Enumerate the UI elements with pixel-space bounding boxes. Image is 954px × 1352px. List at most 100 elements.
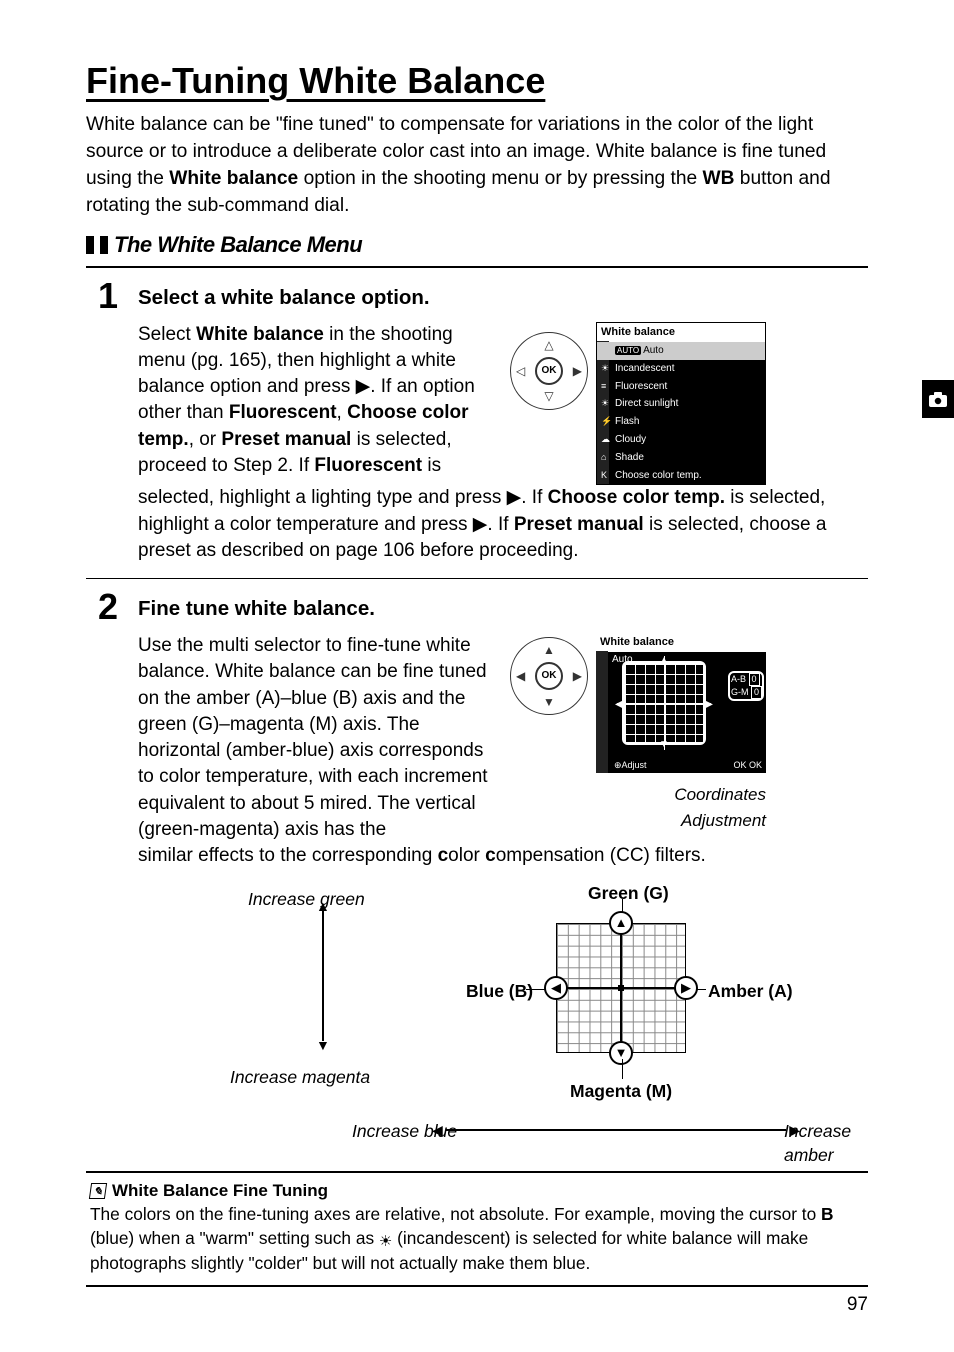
horizontal-arrow-icon xyxy=(446,1129,786,1131)
t: The colors on the fine-tuning axes are r… xyxy=(90,1204,821,1224)
step2-title: Fine tune white balance. xyxy=(138,589,868,623)
step2-text-narrow: Use the multi selector to fine-tune whit… xyxy=(138,633,498,843)
ok-button-icon: OK xyxy=(535,662,563,690)
t: c xyxy=(438,845,449,866)
multi-selector-icon: ▲ ▼ ◀ ▶ OK xyxy=(510,637,588,715)
t: , xyxy=(337,402,348,423)
connector-line xyxy=(622,1059,623,1079)
right-icon: ▶ xyxy=(705,698,713,712)
t: Fluorescent xyxy=(314,455,422,476)
right-circle-icon: ▶ xyxy=(674,976,698,1000)
step1-text-narrow: Select White balance in the shooting men… xyxy=(138,322,498,486)
t: c xyxy=(485,845,496,866)
lbl: Auto xyxy=(643,345,664,356)
step1-title: Select a white balance option. xyxy=(138,278,868,312)
label-increase-magenta: Increase magenta xyxy=(230,1065,370,1089)
foot-left: ⊕Adjust xyxy=(614,759,647,771)
step-1: 1 Select a white balance option. Select … xyxy=(86,267,868,578)
t: Fluorescent xyxy=(229,402,337,423)
shade-icon: ⌂ xyxy=(601,451,606,463)
down-circle-icon: ▼ xyxy=(609,1041,633,1065)
lcd1-item: ☁ Cloudy xyxy=(597,431,765,449)
label-magenta: Magenta (M) xyxy=(570,1079,672,1103)
flash-icon: ⚡ xyxy=(601,415,612,427)
ok-button-icon: OK xyxy=(535,357,563,385)
label-amber: Amber (A) xyxy=(708,979,793,1003)
foot-right: OK OK xyxy=(733,759,762,771)
label-blue: Blue (B) xyxy=(466,979,533,1003)
kelvin-icon: K xyxy=(601,469,607,481)
lcd1-item: ☀Incandescent xyxy=(597,360,765,378)
auto-chip: AUTO xyxy=(615,346,641,355)
lcd1-item-auto: AUTOAuto xyxy=(597,342,765,360)
step-number: 2 xyxy=(98,589,124,1151)
lcd2-title: White balance xyxy=(596,633,766,652)
left-triangle-icon: ◀ xyxy=(516,668,525,685)
vertical-arrow-icon xyxy=(322,911,324,1041)
lbl: Direct sunlight xyxy=(615,398,678,409)
left-triangle-icon: ◁ xyxy=(516,363,525,380)
intro-white-balance: White balance xyxy=(169,168,298,189)
t: Preset manual xyxy=(221,429,351,450)
right-triangle-icon: ▶ xyxy=(573,668,582,685)
multi-selector-icon: △ ▽ ◁ ▶ OK xyxy=(510,332,588,410)
step2-text-wide: similar effects to the corresponding col… xyxy=(138,843,868,869)
side-tab-camera-icon xyxy=(922,380,954,418)
lcd-side-icons xyxy=(596,651,608,773)
intro-wb: WB xyxy=(703,168,735,189)
t: Choose color temp. xyxy=(548,487,725,508)
label-green: Green (G) xyxy=(588,881,669,905)
step-2: 2 Fine tune white balance. Use the multi… xyxy=(86,578,868,1165)
t: is xyxy=(422,455,441,476)
lbl: Fluorescent xyxy=(615,381,667,392)
lcd1-item: KChoose color temp. xyxy=(597,467,765,485)
step1-text-wide: selected, highlight a lighting type and … xyxy=(138,485,868,564)
page-title: Fine-Tuning White Balance xyxy=(86,60,868,102)
header-blocks-icon xyxy=(86,236,94,254)
t: (blue) when a "warm" setting such as xyxy=(90,1228,379,1248)
lbl: Cloudy xyxy=(615,434,646,445)
t: Use the multi selector to fine-tune whit… xyxy=(138,635,488,840)
lbl: Shade xyxy=(615,452,644,463)
section-header: The White Balance Menu xyxy=(86,232,868,258)
lcd2-footer: ⊕Adjust OK OK xyxy=(614,759,762,771)
t: similar effects to the corresponding xyxy=(138,845,438,866)
lcd1-item: ⚡Flash xyxy=(597,413,765,431)
lcd-white-balance-menu: White balance ▶ AUTOAuto ☀Incandescent ≡… xyxy=(596,322,766,486)
label-increase-green: Increase green xyxy=(248,887,365,911)
label-increase-amber: Increase amber xyxy=(784,1119,868,1167)
incandescent-icon: ☀ xyxy=(601,362,609,374)
caption-adjustment: Adjustment xyxy=(674,809,766,832)
intro-text-2: option in the shooting menu or by pressi… xyxy=(298,168,702,189)
lcd-fine-tune-screen: White balance Auto ▲ ▼ ◀ ▶ A-B 0 xyxy=(596,633,766,773)
down-triangle-icon: ▼ xyxy=(543,694,555,711)
t: White balance xyxy=(196,324,324,345)
page-number: 97 xyxy=(847,1294,868,1316)
note-title: ✎ White Balance Fine Tuning xyxy=(90,1181,864,1201)
down-triangle-icon: ▽ xyxy=(544,388,553,405)
note-body: The colors on the fine-tuning axes are r… xyxy=(90,1203,864,1275)
values-callout-box xyxy=(728,671,764,701)
lbl: Flash xyxy=(615,416,639,427)
lcd1-item: ⌂ Shade xyxy=(597,449,765,467)
step-number: 1 xyxy=(98,278,124,564)
right-triangle-icon: ▶ xyxy=(573,363,582,380)
intro-paragraph: White balance can be "fine tuned" to com… xyxy=(86,112,868,220)
t: , or xyxy=(189,429,222,450)
cloudy-icon: ☁ xyxy=(601,433,610,445)
up-triangle-icon: ▲ xyxy=(543,642,555,659)
sunlight-icon: ☀ xyxy=(601,397,609,409)
t: B xyxy=(821,1204,833,1224)
note-box: ✎ White Balance Fine Tuning The colors o… xyxy=(86,1171,868,1287)
t: ompensation (CC) filters. xyxy=(496,845,706,866)
header-blocks-icon xyxy=(100,236,108,254)
note-title-text: White Balance Fine Tuning xyxy=(112,1181,328,1201)
t: olor xyxy=(448,845,485,866)
fine-tune-grid xyxy=(556,923,686,1053)
incandescent-inline-icon: ☀ xyxy=(379,1232,392,1252)
section-header-title: The White Balance Menu xyxy=(114,232,362,258)
lcd1-item: ≡Fluorescent xyxy=(597,378,765,396)
t: Preset manual xyxy=(514,514,644,535)
up-triangle-icon: △ xyxy=(544,337,553,354)
caption-coordinates: Coordinates xyxy=(674,783,766,806)
